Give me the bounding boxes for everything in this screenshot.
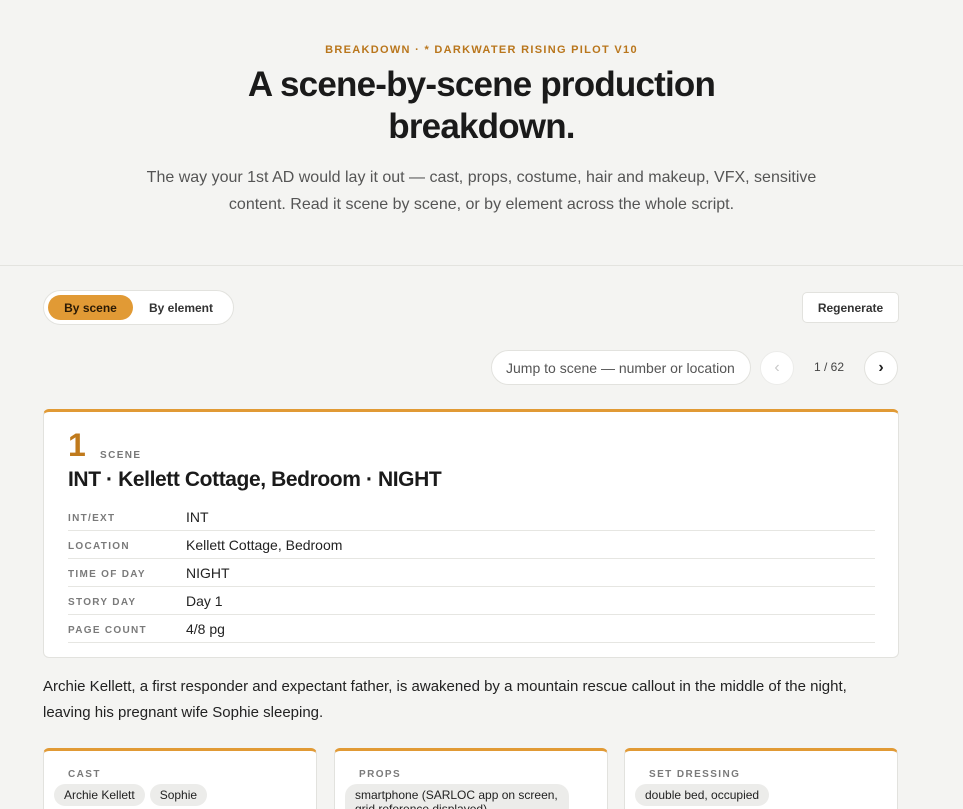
meta-row-story-day: STORY DAY Day 1 xyxy=(68,587,875,615)
page-title-line-2: breakdown. xyxy=(388,107,575,146)
scene-synopsis: Archie Kellett, a first responder and ex… xyxy=(43,678,847,721)
cast-chip[interactable]: Archie Kellett xyxy=(54,784,145,806)
meta-value: Kellett Cottage, Bedroom xyxy=(186,536,343,553)
page-title-line-1: A scene-by-scene production xyxy=(247,65,716,104)
set-dressing-label: SET DRESSING xyxy=(649,769,741,780)
cast-chips: Archie Kellett Sophie xyxy=(54,784,316,806)
meta-row-page-count: PAGE COUNT 4/8 pg xyxy=(68,615,875,643)
scene-card: 1 SCENE INT · Kellett Cottage, Bedroom ·… xyxy=(43,409,899,658)
meta-value: 4/8 pg xyxy=(186,620,225,637)
props-chips: smartphone (SARLOC app on screen, grid r… xyxy=(345,784,607,809)
regenerate-button[interactable]: Regenerate xyxy=(802,292,899,323)
meta-label: STORY DAY xyxy=(68,596,137,608)
next-scene-button[interactable]: › xyxy=(864,351,898,385)
set-dressing-chip[interactable]: double bed, occupied xyxy=(635,784,770,806)
cast-card: CAST Archie Kellett Sophie xyxy=(43,748,317,809)
scene-pager: 1 / 62 xyxy=(813,360,845,374)
cast-chip[interactable]: Sophie xyxy=(149,784,208,806)
jump-to-scene-input[interactable] xyxy=(491,350,751,385)
meta-row-location: LOCATION Kellett Cottage, Bedroom xyxy=(68,531,875,559)
prop-chip[interactable]: smartphone (SARLOC app on screen, grid r… xyxy=(345,784,569,809)
scene-number: 1 xyxy=(68,427,86,463)
cast-label: CAST xyxy=(68,769,101,780)
meta-row-int-ext: INT/EXT INT xyxy=(68,503,875,531)
set-dressing-card: SET DRESSING double bed, occupied xyxy=(624,748,898,809)
props-label: PROPS xyxy=(359,769,402,780)
props-card: PROPS smartphone (SARLOC app on screen, … xyxy=(334,748,608,809)
page-title: A scene-by-scene production breakdown. xyxy=(0,64,963,148)
view-toggle: By scene By element xyxy=(43,290,234,325)
chevron-left-icon: ‹ xyxy=(774,359,780,376)
breadcrumb-eyebrow: BREAKDOWN · * DARKWATER RISING PILOT V10 xyxy=(325,44,638,56)
meta-label: INT/EXT xyxy=(68,512,116,524)
meta-value: Day 1 xyxy=(186,592,223,609)
meta-row-time-of-day: TIME OF DAY NIGHT xyxy=(68,559,875,587)
page-header: BREAKDOWN · * DARKWATER RISING PILOT V10… xyxy=(0,0,963,266)
meta-value: NIGHT xyxy=(186,564,230,581)
set-dressing-chips: double bed, occupied xyxy=(635,784,897,806)
by-element-tab[interactable]: By element xyxy=(133,295,229,320)
previous-scene-button[interactable]: ‹ xyxy=(760,351,794,385)
chevron-right-icon: › xyxy=(878,359,884,376)
scene-heading: INT · Kellett Cottage, Bedroom · NIGHT xyxy=(68,468,442,491)
meta-label: LOCATION xyxy=(68,540,130,552)
by-scene-tab[interactable]: By scene xyxy=(48,295,133,320)
scene-tag: SCENE xyxy=(100,450,142,461)
page-subtitle: The way your 1st AD would lay it out — c… xyxy=(146,169,817,213)
meta-label: TIME OF DAY xyxy=(68,568,146,580)
scene-meta-table: INT/EXT INT LOCATION Kellett Cottage, Be… xyxy=(68,503,875,643)
meta-label: PAGE COUNT xyxy=(68,624,147,636)
meta-value: INT xyxy=(186,508,209,525)
